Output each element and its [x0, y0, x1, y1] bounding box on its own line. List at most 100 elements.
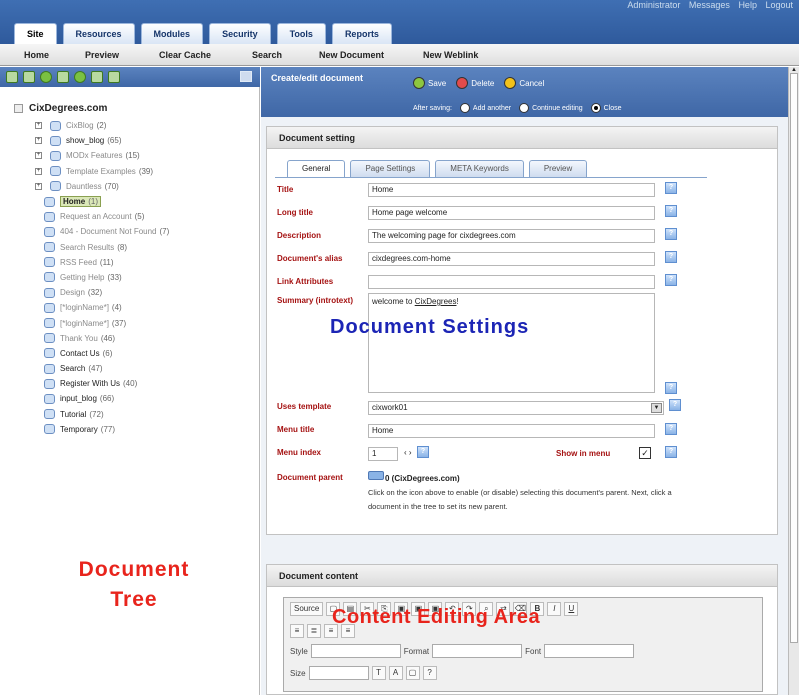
tree-item-label[interactable]: show_blog (65)	[66, 136, 121, 145]
submenu-preview[interactable]: Preview	[85, 50, 119, 60]
tree-item[interactable]: Search (47)	[0, 361, 259, 376]
tab-meta-keywords[interactable]: META Keywords	[435, 160, 524, 177]
tree-item[interactable]: + CixBlog (2)	[0, 118, 259, 133]
expand-icon[interactable]: +	[35, 152, 42, 160]
source-button[interactable]: Source	[290, 602, 324, 616]
tree-item-label[interactable]: Contact Us (6)	[60, 349, 112, 358]
tree-item[interactable]: Contact Us (6)	[0, 346, 259, 361]
hide-tree-icon[interactable]	[240, 71, 252, 82]
user-link-messages[interactable]: Messages	[689, 0, 730, 10]
tree-item[interactable]: + MODx Features (15)	[0, 148, 259, 163]
option-close[interactable]: Close	[590, 103, 622, 113]
tree-item[interactable]: Thank You (46)	[0, 331, 259, 346]
tree-item-label[interactable]: [*loginName*] (4)	[60, 303, 122, 312]
collapse-tree-icon[interactable]	[23, 71, 35, 83]
link-attributes-field[interactable]	[368, 275, 655, 289]
tree-item-label[interactable]: [*loginName*] (37)	[60, 319, 126, 328]
radio-add-another[interactable]	[459, 103, 470, 113]
tree-item[interactable]: + Dauntless (70)	[0, 179, 259, 194]
submenu-new-document[interactable]: New Document	[319, 50, 384, 60]
user-link-admin[interactable]: Administrator	[627, 0, 680, 10]
summary-help-icon[interactable]: ?	[665, 382, 677, 394]
submenu-search[interactable]: Search	[252, 50, 282, 60]
ordered-list-icon[interactable]: ≡	[290, 624, 304, 638]
tree-item-label[interactable]: Register With Us (40)	[60, 379, 137, 388]
tab-preview[interactable]: Preview	[528, 160, 588, 177]
rich-text-editor[interactable]: Source ▢ ▤ ✂ ⎘ ▣ ▣ ▣ ↶ ↷ ⌕ ⇄ ⌫ B I U ≡ ≣…	[283, 597, 763, 692]
cancel-button[interactable]: Cancel	[504, 77, 544, 89]
tree-item-label[interactable]: Search Results (8)	[60, 243, 127, 252]
tree-item[interactable]: Home (1)	[0, 194, 259, 209]
link-attributes-help-icon[interactable]: ?	[665, 274, 677, 286]
tree-item-label[interactable]: Search (47)	[60, 364, 103, 373]
option-add-another[interactable]: Add another	[459, 103, 511, 113]
template-select[interactable]: cixwork01 ▼	[368, 401, 664, 415]
tree-item-label[interactable]: RSS Feed (11)	[60, 258, 114, 267]
chevron-down-icon[interactable]: ▼	[651, 403, 662, 413]
tab-modules[interactable]: Modules	[140, 23, 204, 44]
tree-item[interactable]: 404 - Document Not Found (7)	[0, 224, 259, 239]
tree-item[interactable]: [*loginName*] (37)	[0, 315, 259, 330]
tree-item-label[interactable]: Design (32)	[60, 288, 102, 297]
title-help-icon[interactable]: ?	[665, 182, 677, 194]
longtitle-help-icon[interactable]: ?	[665, 205, 677, 217]
submenu-new-weblink[interactable]: New Weblink	[423, 50, 478, 60]
scrollbar-thumb[interactable]	[790, 73, 798, 643]
menutitle-help-icon[interactable]: ?	[665, 423, 677, 435]
show-in-menu-help-icon[interactable]: ?	[665, 446, 677, 458]
tree-item[interactable]: RSS Feed (11)	[0, 255, 259, 270]
underline-icon[interactable]: U	[564, 602, 579, 616]
tree-item[interactable]: Design (32)	[0, 285, 259, 300]
tree-item[interactable]: Getting Help (33)	[0, 270, 259, 285]
tree-root[interactable]: CixDegrees.com	[14, 103, 259, 114]
tree-item-label[interactable]: Template Examples (39)	[66, 167, 153, 176]
submenu-home[interactable]: Home	[24, 50, 49, 60]
tree-item[interactable]: + Template Examples (39)	[0, 164, 259, 179]
option-continue-editing[interactable]: Continue editing	[519, 103, 583, 113]
user-link-help[interactable]: Help	[738, 0, 757, 10]
tree-item-label[interactable]: MODx Features (15)	[66, 151, 140, 160]
description-help-icon[interactable]: ?	[665, 228, 677, 240]
maximize-icon[interactable]: ▢	[405, 666, 420, 680]
about-icon[interactable]: ?	[422, 666, 437, 680]
folder-icon[interactable]	[368, 471, 384, 480]
tab-site[interactable]: Site	[14, 23, 57, 44]
font-select[interactable]	[544, 644, 635, 658]
tree-item[interactable]: input_blog (66)	[0, 391, 259, 406]
delete-button[interactable]: Delete	[456, 77, 494, 89]
tree-item-label[interactable]: Request an Account (5)	[60, 212, 144, 221]
radio-continue-editing[interactable]	[519, 103, 530, 113]
text-color-icon[interactable]: T	[371, 666, 386, 680]
size-select[interactable]	[308, 666, 369, 680]
tree-item-label[interactable]: Dauntless (70)	[66, 182, 119, 191]
bullet-list-icon[interactable]: ≣	[307, 624, 321, 638]
tree-item-label[interactable]: CixBlog (2)	[66, 121, 106, 130]
tree-item-label[interactable]: input_blog (66)	[60, 394, 114, 403]
template-help-icon[interactable]: ?	[669, 399, 681, 411]
menutitle-field[interactable]: Home	[368, 424, 655, 438]
longtitle-field[interactable]: Home page welcome	[368, 206, 655, 220]
expand-icon[interactable]: +	[35, 122, 42, 130]
refresh-tree-icon[interactable]	[74, 71, 86, 83]
tree-item[interactable]: Tutorial (72)	[0, 407, 259, 422]
italic-icon[interactable]: I	[547, 602, 562, 616]
menuindex-field[interactable]: 1	[368, 447, 398, 461]
new-weblink-icon[interactable]	[57, 71, 69, 83]
tree-item-label[interactable]: Thank You (46)	[60, 334, 115, 343]
radio-close[interactable]	[590, 103, 601, 113]
alias-field[interactable]: cixdegrees.com-home	[368, 252, 655, 266]
tab-security[interactable]: Security	[209, 23, 271, 44]
tree-item-label[interactable]: 404 - Document Not Found (7)	[60, 227, 169, 236]
show-in-menu-checkbox[interactable]: ✓	[639, 447, 651, 459]
tab-resources[interactable]: Resources	[62, 23, 135, 44]
menuindex-help-icon[interactable]: ?	[417, 446, 429, 458]
tab-reports[interactable]: Reports	[331, 23, 392, 44]
tab-page-settings[interactable]: Page Settings	[350, 160, 431, 177]
tree-item-label[interactable]: Temporary (77)	[60, 425, 115, 434]
expand-icon[interactable]: +	[35, 182, 42, 190]
tab-tools[interactable]: Tools	[276, 23, 326, 44]
save-button[interactable]: Save	[413, 77, 446, 89]
sort-tree-icon[interactable]	[91, 71, 103, 83]
expand-icon[interactable]: +	[35, 167, 42, 175]
tree-item[interactable]: Register With Us (40)	[0, 376, 259, 391]
